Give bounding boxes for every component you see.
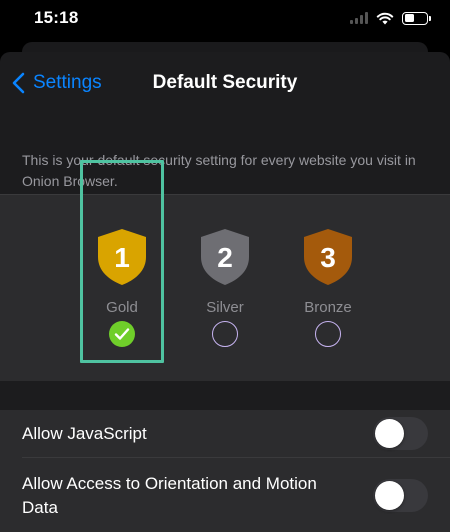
- status-bar: 15:18: [0, 0, 450, 36]
- section-gap: [0, 381, 450, 410]
- section-description: This is your default security setting fo…: [22, 152, 416, 189]
- level-label: Bronze: [304, 299, 352, 316]
- security-level-bronze[interactable]: 3 Bronze: [286, 195, 370, 382]
- javascript-toggle[interactable]: [373, 417, 428, 450]
- status-time: 15:18: [34, 8, 79, 27]
- setting-row-javascript: Allow JavaScript: [0, 410, 450, 458]
- security-level-gold[interactable]: 1 Gold: [80, 195, 164, 382]
- level-number: 2: [217, 242, 233, 273]
- level-label: Silver: [206, 299, 244, 316]
- page-title: Default Security: [152, 72, 298, 93]
- level-number: 3: [320, 242, 336, 273]
- security-level-selector: 1 Gold 2 Silver 3 Bronze: [0, 194, 450, 381]
- checkmark-icon: [114, 328, 130, 340]
- settings-sheet: Settings Default Security This is your d…: [0, 52, 450, 532]
- setting-label: Allow JavaScript: [22, 424, 147, 443]
- security-level-silver[interactable]: 2 Silver: [183, 195, 267, 382]
- setting-row-orientation-motion: Allow Access to Orientation and Motion D…: [0, 458, 450, 532]
- level-label: Gold: [106, 299, 138, 316]
- wifi-icon: [376, 11, 394, 25]
- signal-icon: [350, 12, 368, 24]
- level-radio-checked[interactable]: [109, 321, 135, 347]
- navigation-bar: Settings Default Security: [0, 52, 450, 116]
- level-radio[interactable]: [315, 321, 341, 347]
- gold-shield-icon: 1: [97, 228, 147, 286]
- orientation-motion-toggle[interactable]: [373, 479, 428, 512]
- level-number: 1: [114, 242, 130, 273]
- level-radio[interactable]: [212, 321, 238, 347]
- status-icons: [350, 10, 431, 26]
- bronze-shield-icon: 3: [303, 228, 353, 286]
- setting-label: Allow Access to Orientation and Motion D…: [22, 474, 317, 517]
- battery-icon: [402, 11, 431, 25]
- silver-shield-icon: 2: [200, 228, 250, 286]
